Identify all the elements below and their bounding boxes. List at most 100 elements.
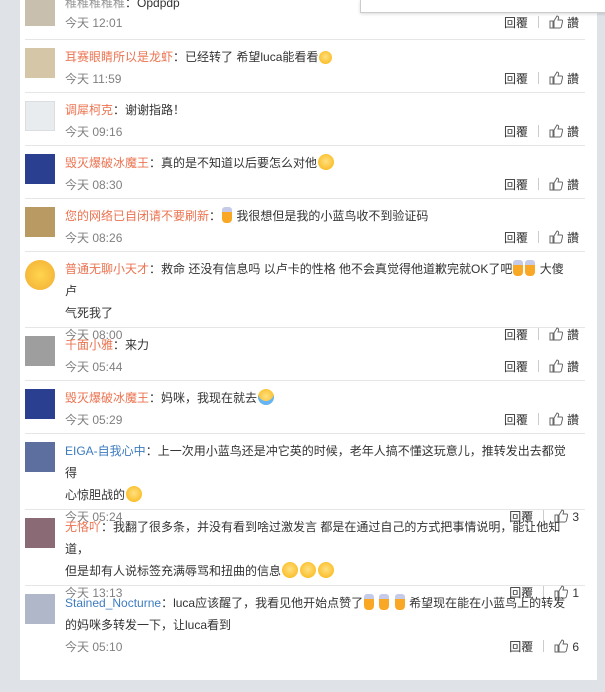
- avatar[interactable]: [25, 518, 55, 548]
- comment-text-2: 但是却有人说标签充满辱骂和扭曲的信息: [65, 564, 282, 578]
- emoji-icon: [258, 389, 275, 405]
- emoji-icon: [222, 207, 233, 223]
- thumbs-up-icon: [549, 359, 563, 373]
- avatar[interactable]: [25, 442, 55, 472]
- emoji-icon: [513, 260, 524, 276]
- thumbs-up-icon: [549, 15, 563, 29]
- comment-text: 已经转了 希望luca能看看: [185, 50, 319, 64]
- comment-time: 今天 12:01: [65, 16, 123, 30]
- comment-user[interactable]: 稚稚稚稚稚: [65, 0, 125, 10]
- comment-user[interactable]: 耳赛眼睛所以是龙虾: [65, 50, 173, 64]
- comment-user[interactable]: 调犀柯克: [65, 103, 113, 117]
- thumbs-up-icon: [549, 177, 563, 191]
- top-popup-edge: [360, 0, 605, 13]
- avatar[interactable]: [25, 207, 55, 237]
- comment-time: 今天 11:59: [65, 72, 122, 86]
- comment-item: 毁灭爆破冰魔王：真的是不知道以后要怎么对他 今天 08:30 回覆讚: [25, 146, 585, 199]
- comment-user[interactable]: 毁灭爆破冰魔王: [65, 391, 149, 405]
- like-button[interactable]: 讚: [549, 174, 579, 196]
- reply-button[interactable]: 回覆: [509, 636, 533, 658]
- thumbs-up-icon: [549, 230, 563, 244]
- emoji-icon: [126, 486, 143, 502]
- thumbs-up-icon: [549, 412, 563, 426]
- avatar[interactable]: [25, 48, 55, 78]
- like-label: 讚: [566, 360, 579, 374]
- comment-time: 今天 05:29: [65, 413, 123, 427]
- divider: [537, 360, 539, 372]
- like-button[interactable]: 讚: [549, 356, 579, 378]
- like-label: 讚: [566, 231, 579, 245]
- comment-time: 今天 09:16: [65, 125, 123, 139]
- comment-text-2: 希望现在能在小蓝鸟上的转发: [409, 596, 566, 610]
- avatar[interactable]: [25, 154, 55, 184]
- divider: [537, 178, 539, 190]
- comment-user[interactable]: 您的网络已自闭请不要刷新: [65, 209, 209, 223]
- comment-text-3: 气死我了: [65, 306, 114, 320]
- avatar[interactable]: [25, 389, 55, 419]
- emoji-icon: [379, 594, 390, 610]
- like-button[interactable]: 讚: [549, 12, 579, 34]
- like-button[interactable]: 讚: [549, 227, 579, 249]
- comment-user[interactable]: 毁灭爆破冰魔王: [65, 156, 149, 170]
- emoji-icon: [282, 562, 299, 578]
- avatar[interactable]: [25, 260, 55, 290]
- thumbs-up-icon: [549, 124, 563, 138]
- thumbs-up-icon: [554, 639, 569, 653]
- comment-time: 今天 08:30: [65, 178, 123, 192]
- comment-item: 调犀柯克：谢谢指路！ 今天 09:16 回覆讚: [25, 93, 585, 146]
- comment-user[interactable]: EIGA-自我心中: [65, 444, 146, 458]
- comment-item: Stained_Nocturne：luca应该醒了，我看见他开始点赞了 希望现在…: [25, 586, 585, 662]
- comment-item: EIGA-自我心中：上一次用小蓝鸟还是冲它英的时候，老年人搞不懂这玩意儿，推转发…: [25, 434, 585, 524]
- comment-user[interactable]: 无恪吖: [65, 520, 101, 534]
- avatar[interactable]: [25, 336, 55, 366]
- thumbs-up-icon: [549, 71, 563, 85]
- comment-item: 普通无聊小天才：救命 还没有信息吗 以卢卡的性格 他不会真觉得他道歉完就OK了吧…: [25, 252, 585, 342]
- avatar[interactable]: [25, 0, 55, 26]
- divider: [537, 231, 539, 243]
- comment-text-2: 心惊胆战的: [65, 488, 126, 502]
- comment-user[interactable]: Stained_Nocturne: [65, 596, 161, 610]
- divider: [537, 413, 539, 425]
- reply-button[interactable]: 回覆: [504, 12, 528, 34]
- comment-time: 今天 05:10: [65, 640, 123, 654]
- reply-button[interactable]: 回覆: [504, 174, 528, 196]
- comment-text: 我很想但是我的小蓝鸟收不到验证码: [236, 209, 429, 223]
- like-button[interactable]: 讚: [549, 121, 579, 143]
- comment-user[interactable]: 普通无聊小天才: [65, 262, 149, 276]
- like-button[interactable]: 讚: [549, 68, 579, 90]
- divider: [537, 125, 539, 137]
- comment-text: 我翻了很多条，并没有看到啥过激发言 都是在通过自己的方式把事情说明，能让他知道，: [65, 520, 561, 556]
- comment-text: luca应该醒了，我看见他开始点赞了: [173, 596, 364, 610]
- like-count: 6: [572, 640, 579, 654]
- reply-button[interactable]: 回覆: [504, 68, 528, 90]
- like-button[interactable]: 6: [554, 636, 579, 658]
- comment-text: Opdpdp: [137, 0, 180, 10]
- comment-item: 耳赛眼睛所以是龙虾：已经转了 希望luca能看看 今天 11:59 回覆讚: [25, 40, 585, 93]
- emoji-icon: [364, 594, 375, 610]
- comment-text: 真的是不知道以后要怎么对他: [161, 156, 318, 170]
- avatar[interactable]: [25, 101, 55, 131]
- reply-button[interactable]: 回覆: [504, 121, 528, 143]
- avatar[interactable]: [25, 594, 55, 624]
- comment-time: 今天 08:26: [65, 231, 123, 245]
- comment-item: 毁灭爆破冰魔王：妈咪，我现在就去 今天 05:29 回覆讚: [25, 381, 585, 434]
- divider: [537, 16, 539, 28]
- divider: [537, 72, 539, 84]
- emoji-icon: [319, 51, 333, 64]
- like-button[interactable]: 讚: [549, 409, 579, 431]
- reply-button[interactable]: 回覆: [504, 356, 528, 378]
- like-label: 讚: [566, 178, 579, 192]
- like-label: 讚: [566, 16, 579, 30]
- comment-item: 千面小雅：来力 今天 05:44 回覆讚: [25, 328, 585, 381]
- comment-user[interactable]: 千面小雅: [65, 338, 113, 352]
- emoji-icon: [525, 260, 536, 276]
- reply-button[interactable]: 回覆: [504, 409, 528, 431]
- reply-button[interactable]: 回覆: [504, 227, 528, 249]
- comment-list: 稚稚稚稚稚：Opdpdp 今天 12:01 回覆讚 耳赛眼睛所以是龙虾：已经转了…: [20, 0, 597, 662]
- emoji-icon: [318, 562, 335, 578]
- like-label: 讚: [566, 413, 579, 427]
- comment-text: 妈咪，我现在就去: [161, 391, 258, 405]
- comment-panel: 稚稚稚稚稚：Opdpdp 今天 12:01 回覆讚 耳赛眼睛所以是龙虾：已经转了…: [20, 0, 597, 680]
- comment-text: 谢谢指路！: [125, 103, 186, 117]
- emoji-icon: [300, 562, 317, 578]
